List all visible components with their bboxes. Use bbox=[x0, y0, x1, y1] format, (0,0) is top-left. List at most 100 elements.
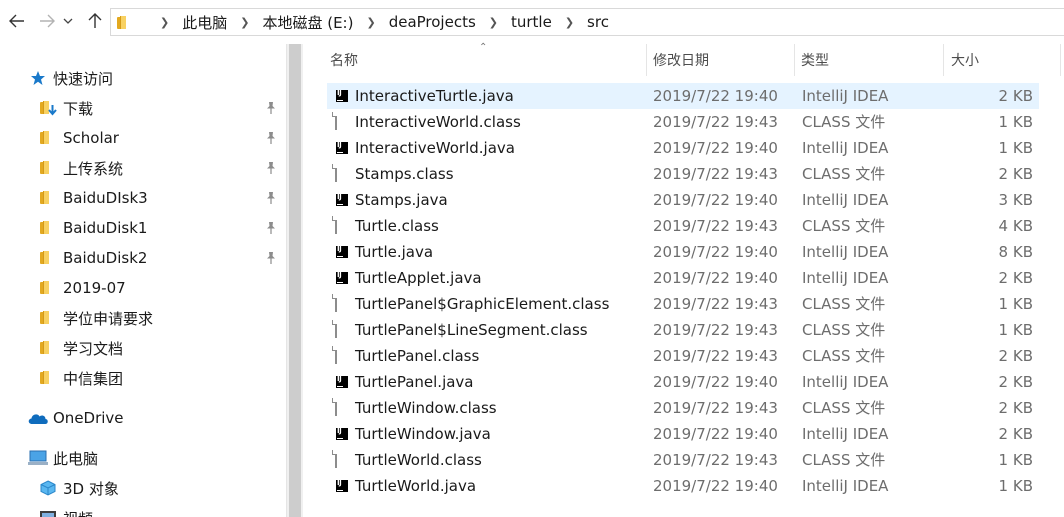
document-icon bbox=[332, 346, 351, 365]
file-size: 1 KB bbox=[998, 139, 1033, 157]
nav-quick-access-label: 快速访问 bbox=[53, 69, 114, 88]
pin-icon bbox=[264, 101, 278, 115]
file-date: 2019/7/22 19:40 bbox=[653, 139, 778, 157]
file-date: 2019/7/22 19:40 bbox=[653, 191, 778, 209]
breadcrumb-src[interactable]: src bbox=[587, 13, 609, 31]
file-row[interactable]: IJ Turtle.java 2019/7/22 19:40 IntelliJ IDE… bbox=[327, 239, 1039, 265]
file-type: CLASS 文件 bbox=[802, 399, 886, 417]
nav-this-pc[interactable]: 此电脑 bbox=[0, 443, 286, 473]
file-name: Stamps.java bbox=[355, 191, 448, 209]
breadcrumb-deaprojects[interactable]: deaProjects bbox=[389, 13, 476, 31]
file-row[interactable]: TurtlePanel$LineSegment.class 2019/7/22 1… bbox=[327, 317, 1039, 343]
nav-onedrive[interactable]: OneDrive bbox=[0, 403, 286, 433]
nav-quick-item[interactable]: BaiduDIsk3 bbox=[0, 183, 286, 213]
column-header-name[interactable]: 名称 bbox=[330, 44, 646, 76]
file-row[interactable]: InteractiveWorld.class 2019/7/22 19:43 CLA… bbox=[327, 109, 1039, 135]
pin-icon bbox=[264, 161, 278, 175]
nav-quick-item-label: 中信集团 bbox=[63, 369, 124, 388]
file-size: 1 KB bbox=[998, 113, 1033, 131]
file-type: IntelliJ IDEA bbox=[802, 87, 889, 105]
file-size: 8 KB bbox=[998, 243, 1033, 261]
file-type: CLASS 文件 bbox=[802, 347, 886, 365]
column-divider[interactable] bbox=[794, 44, 795, 76]
file-row[interactable]: TurtlePanel.class 2019/7/22 19:43 CLASS 文件… bbox=[327, 343, 1039, 369]
file-name: InteractiveWorld.java bbox=[355, 139, 515, 157]
up-button[interactable] bbox=[84, 10, 106, 32]
address-box[interactable]: ❯ 此电脑 ❯ 本地磁盘 (E:) ❯ deaProjects ❯ turtle… bbox=[110, 8, 1064, 36]
file-row[interactable]: TurtlePanel$GraphicElement.class 2019/7/2… bbox=[327, 291, 1039, 317]
nav-quick-item[interactable]: Scholar bbox=[0, 123, 286, 153]
file-row[interactable]: TurtleWindow.class 2019/7/22 19:43 CLASS 文… bbox=[327, 395, 1039, 421]
column-divider[interactable] bbox=[1060, 44, 1061, 76]
file-size: 2 KB bbox=[998, 399, 1033, 417]
file-size: 1 KB bbox=[998, 477, 1033, 495]
navigation-scrollbar[interactable] bbox=[286, 44, 303, 517]
nav-quick-item[interactable]: 学位申请要求 bbox=[0, 303, 286, 333]
file-row[interactable]: IJ TurtleWindow.java 2019/7/22 19:40 Intell… bbox=[327, 421, 1039, 447]
intellij-idea-icon: IJ bbox=[333, 477, 351, 495]
file-type: CLASS 文件 bbox=[802, 217, 886, 235]
intellij-idea-icon: IJ bbox=[333, 191, 351, 209]
scrollbar-thumb[interactable] bbox=[289, 44, 301, 517]
nav-quick-item[interactable]: 2019-07 bbox=[0, 273, 286, 303]
folder-icon bbox=[40, 371, 56, 384]
file-row[interactable]: IJ Stamps.java 2019/7/22 19:40 IntelliJ IDE… bbox=[327, 187, 1039, 213]
nav-3d-objects[interactable]: 3D 对象 bbox=[0, 473, 286, 503]
nav-quick-item-label: 2019-07 bbox=[63, 279, 126, 297]
nav-quick-item[interactable]: 上传系统 bbox=[0, 153, 286, 183]
breadcrumb-turtle[interactable]: turtle bbox=[511, 13, 552, 31]
file-row[interactable]: IJ TurtleApplet.java 2019/7/22 19:40 Intell… bbox=[327, 265, 1039, 291]
file-date: 2019/7/22 19:40 bbox=[653, 243, 778, 261]
file-row[interactable]: IJ TurtleWorld.java 2019/7/22 19:40 Intelli… bbox=[327, 473, 1039, 499]
file-type: CLASS 文件 bbox=[802, 451, 886, 469]
forward-button[interactable] bbox=[36, 10, 58, 32]
folder-icon bbox=[40, 341, 56, 354]
nav-quick-item[interactable]: 下载 bbox=[0, 93, 286, 123]
file-row[interactable]: Stamps.class 2019/7/22 19:43 CLASS 文件 2 KB bbox=[327, 161, 1039, 187]
folder-icon bbox=[40, 131, 56, 144]
file-size: 3 KB bbox=[998, 191, 1033, 209]
column-header-size[interactable]: 大小 bbox=[951, 44, 1051, 76]
file-date: 2019/7/22 19:40 bbox=[653, 269, 778, 287]
file-row[interactable]: IJ InteractiveTurtle.java 2019/7/22 19:40 I… bbox=[327, 83, 1039, 109]
arrow-right-icon bbox=[40, 14, 55, 28]
file-type: IntelliJ IDEA bbox=[802, 269, 889, 287]
file-row[interactable]: IJ TurtlePanel.java 2019/7/22 19:40 Intelli… bbox=[327, 369, 1039, 395]
nav-onedrive-label: OneDrive bbox=[53, 409, 124, 427]
file-name: TurtlePanel$LineSegment.class bbox=[355, 321, 588, 339]
file-name: TurtleWorld.java bbox=[355, 477, 477, 495]
arrow-left-icon bbox=[9, 14, 24, 28]
chevron-right-icon: ❯ bbox=[564, 15, 575, 29]
nav-quick-access[interactable]: 快速访问 bbox=[0, 63, 286, 93]
file-date: 2019/7/22 19:43 bbox=[653, 451, 778, 469]
column-divider[interactable] bbox=[943, 44, 944, 76]
column-divider[interactable] bbox=[646, 44, 647, 76]
folder-icon bbox=[40, 311, 56, 324]
folder-icon bbox=[40, 191, 56, 204]
breadcrumb-this-pc[interactable]: 此电脑 bbox=[182, 12, 227, 33]
file-row[interactable]: Turtle.class 2019/7/22 19:43 CLASS 文件 4 KB bbox=[327, 213, 1039, 239]
breadcrumb-drive-e[interactable]: 本地磁盘 (E:) bbox=[262, 12, 353, 33]
file-date: 2019/7/22 19:43 bbox=[653, 321, 778, 339]
nav-quick-item[interactable]: BaiduDisk2 bbox=[0, 243, 286, 273]
nav-quick-item[interactable]: 学习文档 bbox=[0, 333, 286, 363]
column-header-date[interactable]: 修改日期 bbox=[653, 44, 793, 76]
file-list-pane: ⌃ 名称 修改日期 类型 大小 IJ InteractiveTurtle.java… bbox=[303, 42, 1064, 517]
file-size: 1 KB bbox=[998, 451, 1033, 469]
nav-quick-item[interactable]: BaiduDisk1 bbox=[0, 213, 286, 243]
chevron-down-icon bbox=[63, 18, 73, 24]
intellij-idea-icon: IJ bbox=[333, 373, 351, 391]
recent-locations-button[interactable] bbox=[60, 10, 76, 32]
file-row[interactable]: IJ InteractiveWorld.java 2019/7/22 19:40 In… bbox=[327, 135, 1039, 161]
file-type: IntelliJ IDEA bbox=[802, 425, 889, 443]
nav-videos[interactable]: 视频 bbox=[0, 503, 286, 517]
file-date: 2019/7/22 19:43 bbox=[653, 165, 778, 183]
intellij-idea-icon: IJ bbox=[333, 269, 351, 287]
back-button[interactable] bbox=[6, 10, 28, 32]
file-row[interactable]: TurtleWorld.class 2019/7/22 19:43 CLASS 文件… bbox=[327, 447, 1039, 473]
column-header-type[interactable]: 类型 bbox=[801, 44, 941, 76]
file-type: IntelliJ IDEA bbox=[802, 243, 889, 261]
nav-quick-item[interactable]: 中信集团 bbox=[0, 363, 286, 393]
file-size: 2 KB bbox=[998, 347, 1033, 365]
file-date: 2019/7/22 19:43 bbox=[653, 399, 778, 417]
